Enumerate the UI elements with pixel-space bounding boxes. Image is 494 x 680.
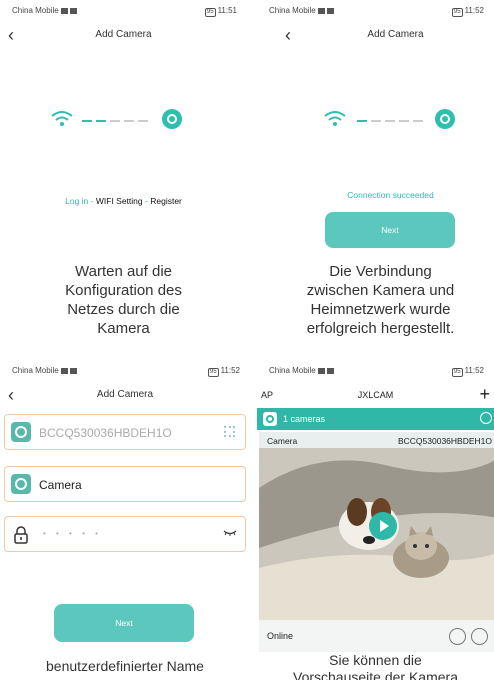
connection-progress: [0, 106, 247, 136]
screen-camera-list: China Mobile 95 11:52 AP JXLCAM + 1 camer…: [257, 360, 494, 680]
nav-bar: ‹ Add Camera: [0, 24, 247, 48]
camera-preview[interactable]: [259, 448, 494, 620]
clock: 11:52: [464, 366, 484, 375]
app-header: AP JXLCAM +: [257, 384, 494, 406]
camera-icon: [263, 412, 277, 426]
progress-dash: [357, 120, 367, 122]
app-title: JXLCAM: [357, 390, 394, 400]
camera-icon: [11, 422, 31, 442]
wifi-icon: [324, 111, 346, 126]
eye-closed-icon[interactable]: [223, 529, 237, 537]
progress-dash: [138, 120, 148, 122]
signal-icon: [317, 7, 325, 14]
camera-icon: [162, 109, 182, 129]
page-title: Add Camera: [367, 29, 424, 40]
folder-icon[interactable]: [471, 628, 488, 645]
progress-dash: [96, 120, 106, 122]
carrier-label: China Mobile: [12, 6, 59, 15]
progress-dash: [110, 120, 120, 122]
camera-count: 1 cameras: [283, 414, 326, 424]
password-value: • • • • •: [43, 529, 102, 538]
device-id-value: BCCQ530036HBDEH1O: [39, 426, 172, 440]
signal-icon: [60, 367, 68, 374]
camera-count-bar: 1 cameras: [257, 408, 494, 430]
card-footer: Online: [259, 620, 494, 652]
refresh-icon[interactable]: [480, 412, 492, 424]
wifi-status-icon: [69, 367, 77, 374]
camera-name-value: Camera: [39, 478, 82, 492]
password-input[interactable]: • • • • •: [4, 516, 246, 552]
clock: 11:52: [220, 366, 240, 375]
wifi-status-icon: [326, 7, 334, 14]
signal-icon: [317, 367, 325, 374]
clock: 11:51: [217, 6, 237, 15]
battery-icon: 95: [204, 8, 216, 17]
next-button[interactable]: Next: [54, 604, 194, 642]
page-title: Add Camera: [96, 389, 154, 400]
back-arrow-icon[interactable]: ‹: [285, 24, 291, 46]
setup-steps: Log in - WIFI Setting - Register: [65, 196, 182, 206]
status-bar: China Mobile 95 11:52: [0, 360, 250, 380]
clock: 11:52: [464, 6, 484, 15]
carrier-label: China Mobile: [269, 6, 316, 15]
progress-dash: [385, 120, 395, 122]
camera-icon: [435, 109, 455, 129]
battery-icon: 95: [451, 8, 463, 17]
caption: Sie können die Vorschauseite der Kamera: [293, 652, 458, 680]
playback-icon[interactable]: [449, 628, 466, 645]
progress-dash: [124, 120, 134, 122]
lock-icon: [14, 526, 28, 544]
wifi-status-icon: [326, 367, 334, 374]
card-header: Camera BCCQ530036HBDEH1O: [259, 432, 494, 448]
screen-camera-name: China Mobile 95 11:52 ‹ Add Camera BCCQ53…: [0, 360, 250, 680]
camera-icon: [11, 474, 31, 494]
play-icon[interactable]: [369, 512, 397, 540]
status-bar: China Mobile 95 11:51: [0, 0, 247, 20]
nav-bar: ‹ Add Camera: [257, 24, 494, 48]
wifi-icon: [51, 111, 73, 126]
wifi-status-icon: [69, 7, 77, 14]
add-camera-button[interactable]: +: [479, 384, 490, 404]
battery-icon: 95: [451, 368, 463, 377]
status-badge: Online: [267, 631, 294, 641]
step-login: Log in: [65, 196, 89, 206]
page-title: Add Camera: [95, 29, 152, 40]
card-camera-name: Camera: [267, 436, 298, 446]
screen-connected: China Mobile 95 11:52 ‹ Add Camera Connec…: [257, 0, 494, 360]
signal-icon: [60, 7, 68, 14]
step-wifi-setting: WIFI Setting: [95, 196, 143, 206]
screen-waiting: China Mobile 95 11:51 ‹ Add Camera Log in…: [0, 0, 247, 360]
progress-dash: [399, 120, 409, 122]
caption: Warten auf die Konfiguration des Netzes …: [65, 263, 182, 337]
device-id-field[interactable]: BCCQ530036HBDEH1O: [4, 414, 246, 450]
battery-icon: 95: [207, 368, 219, 377]
caption: benutzerdefinierter Name: [46, 658, 204, 674]
connection-progress: [257, 106, 494, 136]
status-bar: China Mobile 95 11:52: [257, 0, 494, 20]
nav-bar: ‹ Add Camera: [0, 384, 250, 408]
carrier-label: China Mobile: [269, 366, 316, 375]
progress-dash: [82, 120, 92, 122]
success-message: Connection succeeded: [347, 190, 434, 200]
camera-card[interactable]: Camera BCCQ530036HBDEH1O Online: [259, 432, 494, 652]
next-button[interactable]: Next: [325, 212, 455, 248]
progress-dash: [413, 120, 423, 122]
caption: Die Verbindung zwischen Kamera und Heimn…: [306, 263, 455, 337]
carrier-label: China Mobile: [12, 366, 59, 375]
progress-dash: [371, 120, 381, 122]
camera-name-input[interactable]: Camera: [4, 466, 246, 502]
card-camera-id: BCCQ530036HBDEH1O: [397, 436, 492, 446]
status-bar: China Mobile 95 11:52: [257, 360, 494, 380]
qr-scan-icon[interactable]: [224, 426, 235, 437]
step-register: Register: [150, 196, 182, 206]
